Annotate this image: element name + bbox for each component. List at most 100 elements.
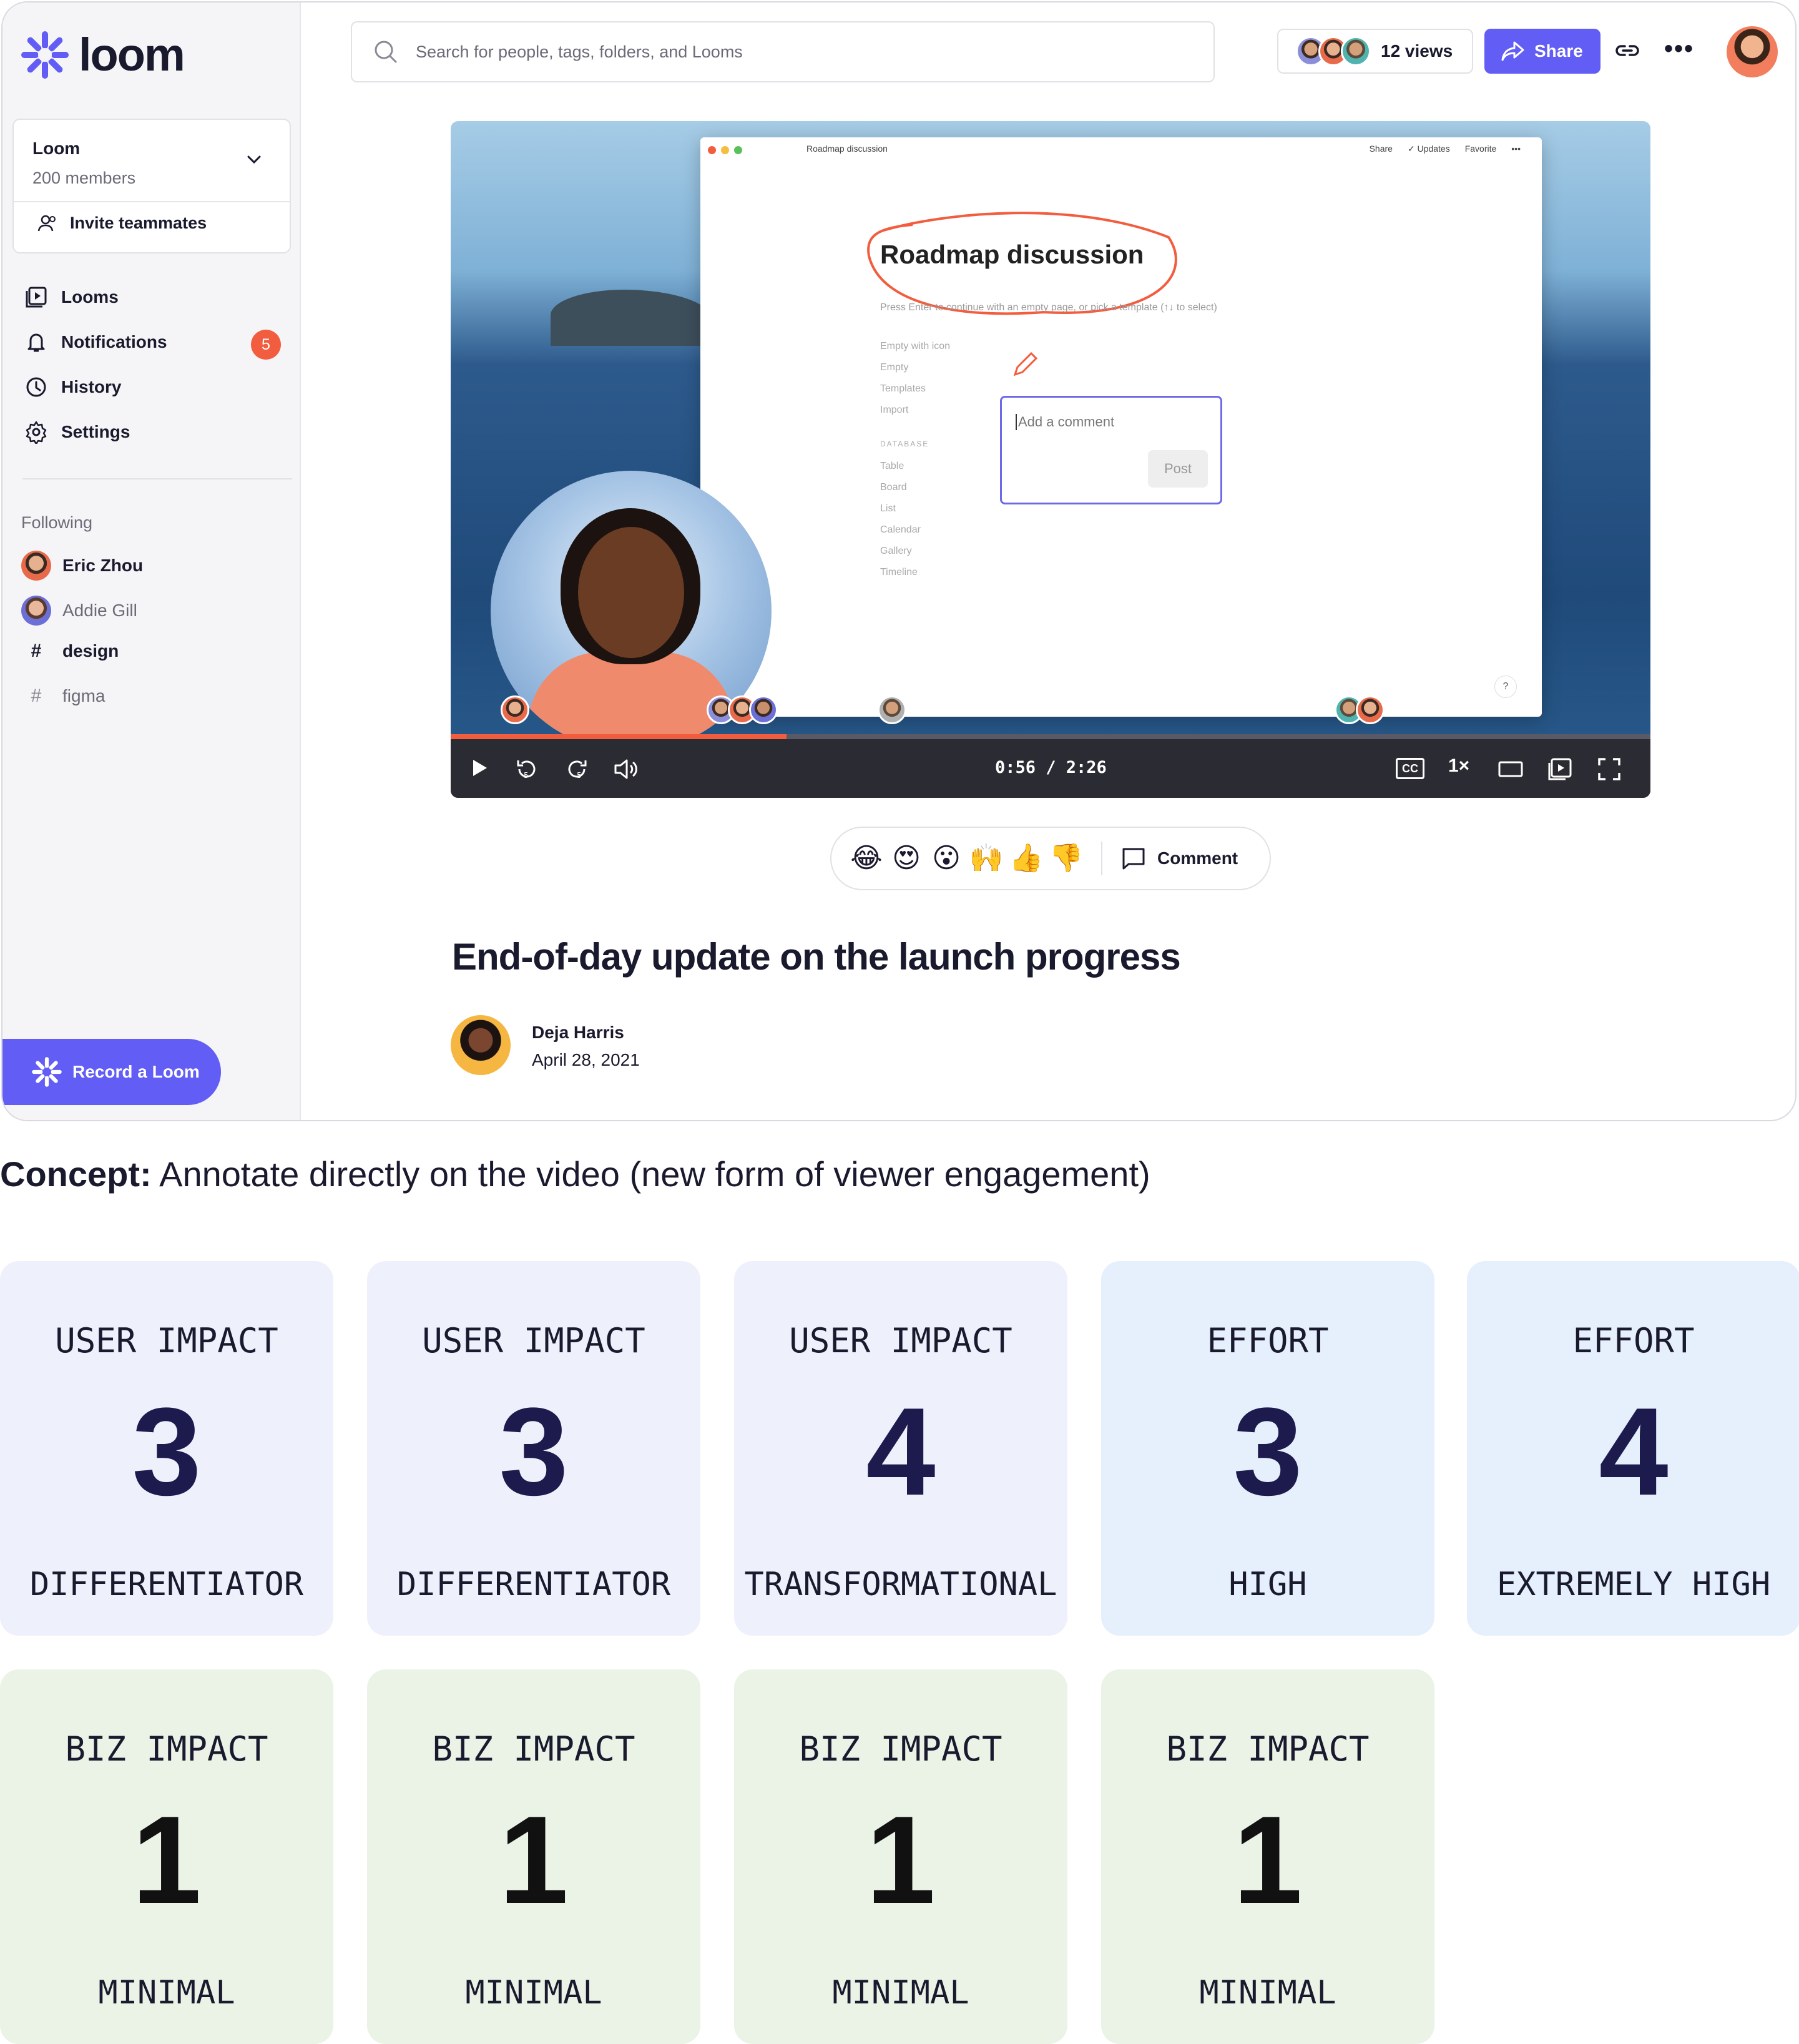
current-user-avatar[interactable] — [1727, 26, 1778, 77]
record-a-loom-button[interactable]: Record a Loom — [2, 1039, 221, 1105]
volume-icon[interactable] — [613, 757, 640, 782]
card-caption: MINIMAL — [1199, 1974, 1336, 2012]
nav-item-notifications[interactable]: Notifications — [24, 330, 167, 355]
following-label: Addie Gill — [62, 601, 137, 620]
video-player[interactable]: Roadmap discussion Share ✓ Updates Favor… — [451, 121, 1650, 798]
loom-logo[interactable]: loom — [20, 30, 185, 80]
card-label: USER IMPACT — [789, 1321, 1012, 1360]
comment-label: Comment — [1157, 848, 1238, 868]
share-button[interactable]: Share — [1484, 29, 1600, 74]
card-caption: MINIMAL — [832, 1974, 969, 2012]
emoji-reaction-raised-hands[interactable]: 🙌 — [969, 841, 1004, 876]
emoji-reaction-joy[interactable]: 😂 — [849, 841, 884, 876]
nav-label: Notifications — [61, 332, 167, 351]
recorded-screen-window: Roadmap discussion Share ✓ Updates Favor… — [700, 137, 1542, 717]
following-item-figma[interactable]: # figma — [21, 685, 105, 707]
recorded-window-actions: Share ✓ Updates Favorite ••• — [1370, 144, 1521, 154]
nav-item-history[interactable]: History — [24, 375, 121, 400]
nav-label: Settings — [61, 422, 130, 441]
workspace-divider — [14, 201, 290, 202]
following-item-eric-zhou[interactable]: Eric Zhou — [21, 551, 143, 581]
nav-item-settings[interactable]: Settings — [24, 420, 130, 445]
record-label: Record a Loom — [72, 1062, 200, 1081]
avatar — [501, 695, 529, 724]
emoji-reaction-surprised[interactable]: 😮 — [929, 841, 964, 876]
score-card-effort: EFFORT 4 EXTREMELY HIGH — [1467, 1261, 1799, 1636]
card-label: BIZ IMPACT — [799, 1729, 1002, 1769]
card-label: EFFORT — [1207, 1321, 1329, 1360]
avatar — [749, 695, 778, 724]
share-arrow-icon — [1501, 41, 1524, 61]
post-button[interactable]: Post — [1148, 450, 1208, 488]
comment-input[interactable]: Add a comment — [1016, 414, 1114, 430]
comment-button[interactable]: Comment — [1121, 847, 1238, 870]
chevron-down-icon[interactable] — [245, 150, 263, 169]
play-icon[interactable] — [468, 757, 491, 779]
timeline-reaction-avatars[interactable] — [501, 695, 529, 724]
nav-label: History — [61, 377, 122, 396]
playback-rate-button[interactable]: 1× — [1448, 755, 1469, 777]
views-button[interactable]: 12 views — [1277, 29, 1473, 74]
avatar — [21, 596, 51, 626]
recorded-option: Gallery — [880, 546, 912, 556]
emoji-reaction-thumbs-up[interactable]: 👍 — [1009, 841, 1044, 876]
avatar — [21, 551, 51, 581]
emoji-reaction-heart-eyes[interactable]: 😍 — [889, 841, 924, 876]
views-count: 12 views — [1381, 41, 1453, 61]
recorded-database-heading: DATABASE — [880, 440, 929, 448]
workspace-members: 200 members — [32, 169, 136, 187]
following-item-addie-gill[interactable]: Addie Gill — [21, 596, 137, 626]
recorded-action: ••• — [1511, 144, 1521, 154]
recorded-option: Empty with icon — [880, 341, 951, 351]
timeline-reaction-avatars[interactable] — [707, 695, 778, 724]
theater-mode-icon[interactable] — [1497, 757, 1524, 782]
recorded-action: ✓ Updates — [1407, 144, 1450, 154]
search-input[interactable]: Search for people, tags, folders, and Lo… — [351, 21, 1215, 82]
looms-icon — [24, 285, 49, 310]
reaction-divider — [1101, 842, 1102, 875]
video-background-island — [551, 290, 713, 346]
clock-icon — [24, 375, 49, 400]
timeline-reaction-avatars[interactable] — [878, 695, 906, 724]
recorded-options: Empty with icon Empty Templates Import — [880, 336, 950, 421]
recorded-option: Board — [880, 482, 907, 493]
viewer-avatars — [1296, 36, 1371, 66]
video-comment-box[interactable]: Add a comment Post — [1000, 396, 1222, 504]
card-value: 3 — [499, 1382, 569, 1521]
card-caption: EXTREMELY HIGH — [1496, 1566, 1771, 1603]
svg-text:5: 5 — [577, 771, 582, 780]
following-label: figma — [62, 686, 105, 705]
loom-app-window: loom Loom 200 members Invite teammates L… — [1, 1, 1797, 1121]
hash-icon: # — [31, 685, 42, 706]
score-card-biz-impact: BIZ IMPACT 1 MINIMAL — [0, 1669, 333, 2044]
recorded-option: Templates — [880, 383, 926, 394]
card-value: 4 — [1599, 1382, 1669, 1521]
following-label: design — [62, 641, 119, 661]
invite-teammates-button[interactable]: Invite teammates — [37, 214, 207, 233]
concept-prefix: Concept: — [0, 1154, 152, 1194]
following-item-design[interactable]: # design — [21, 641, 119, 662]
search-icon — [375, 41, 397, 63]
copy-link-icon[interactable] — [1613, 36, 1642, 65]
emoji-reaction-thumbs-down[interactable]: 👎 — [1049, 841, 1084, 876]
concept-text: Annotate directly on the video (new form… — [151, 1154, 1150, 1194]
closed-captions-button[interactable]: CC — [1396, 758, 1424, 779]
card-label: USER IMPACT — [422, 1321, 645, 1360]
card-value: 1 — [866, 1791, 936, 1930]
recorded-action: Share — [1369, 144, 1393, 154]
fullscreen-icon[interactable] — [1597, 757, 1622, 782]
recorded-window-title: Roadmap discussion — [806, 144, 888, 154]
author-avatar[interactable] — [451, 1015, 511, 1075]
rewind-5-icon[interactable]: 5 — [514, 757, 539, 782]
more-options-icon[interactable]: ••• — [1664, 35, 1694, 63]
timeline-reaction-avatars[interactable] — [1335, 695, 1385, 724]
nav-item-looms[interactable]: Looms — [24, 285, 119, 310]
workspace-switcher[interactable]: Loom 200 members Invite teammates — [12, 119, 291, 253]
picture-in-picture-icon[interactable] — [1547, 757, 1574, 782]
video-progress-bar[interactable] — [451, 734, 1650, 739]
card-label: USER IMPACT — [55, 1321, 278, 1360]
forward-5-icon[interactable]: 5 — [564, 757, 589, 782]
svg-text:5: 5 — [524, 771, 529, 780]
sidebar: loom Loom 200 members Invite teammates L… — [2, 2, 301, 1120]
author-name[interactable]: Deja Harris — [532, 1023, 624, 1043]
